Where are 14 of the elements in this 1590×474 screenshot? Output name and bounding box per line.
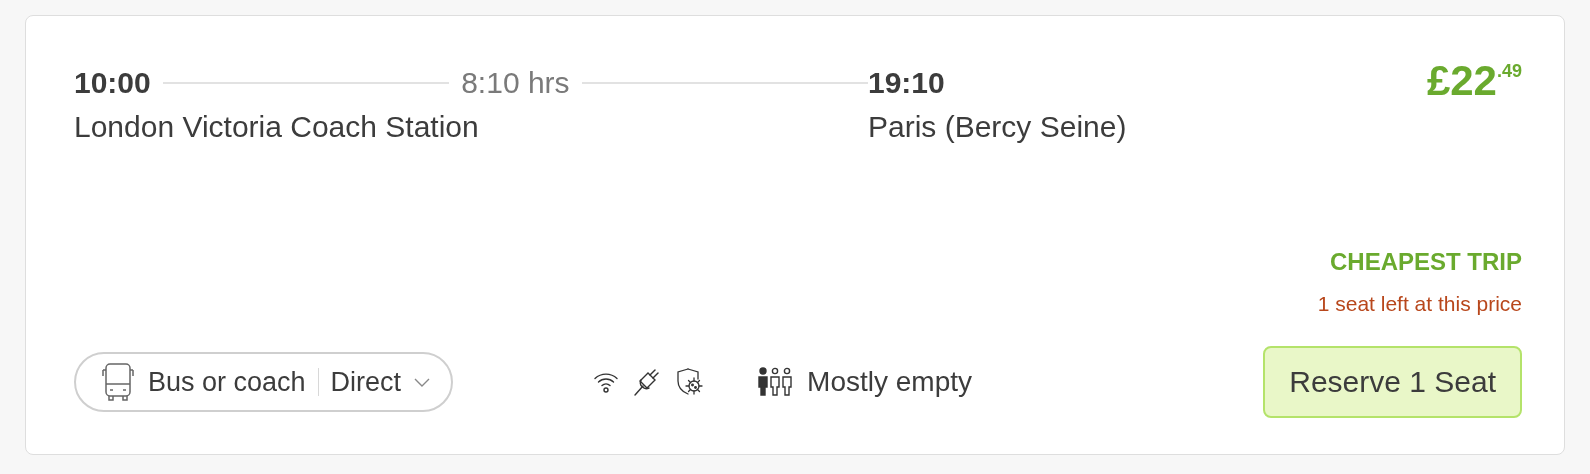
availability-note: 1 seat left at this price — [1317, 292, 1522, 316]
chevron-down-icon — [413, 376, 432, 388]
arrival-time: 19:10 — [868, 66, 946, 100]
people-icon — [757, 367, 794, 397]
transport-dropdown[interactable]: Bus or coach Direct — [74, 352, 454, 412]
bus-icon — [100, 362, 136, 402]
departure-station: London Victoria Coach Station — [74, 110, 480, 144]
cheapest-label: CHEAPEST TRIP — [1329, 248, 1522, 276]
trip-duration: 8:10 hrs — [461, 66, 570, 100]
reserve-button[interactable]: Reserve 1 Seat — [1263, 346, 1522, 418]
arrival-station: Paris (Bercy Seine) — [868, 110, 1127, 144]
departure-time: 10:00 — [74, 66, 151, 100]
price: £22$^{.49}$ — [1426, 60, 1522, 102]
occupancy-label: Mostly empty — [807, 366, 973, 398]
